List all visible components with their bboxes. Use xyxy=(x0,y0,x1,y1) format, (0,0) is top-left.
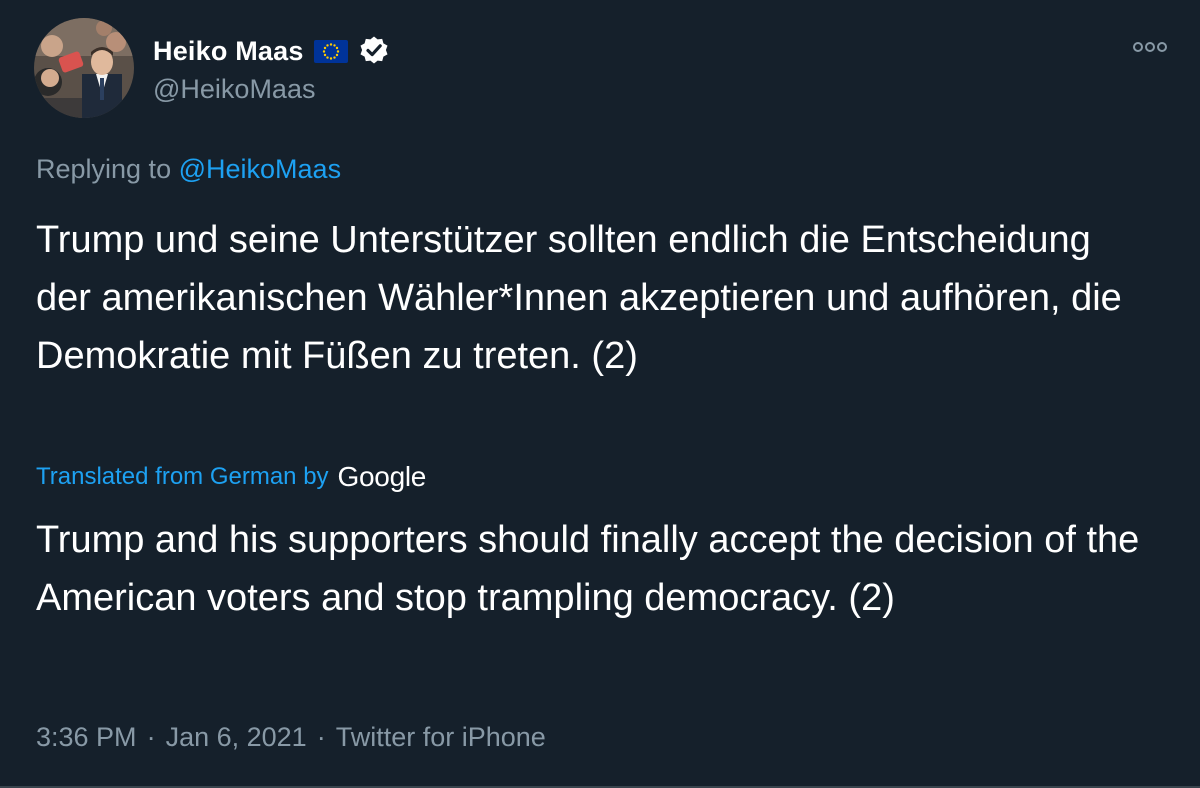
verified-badge-icon xyxy=(358,35,390,67)
tweet-date[interactable]: Jan 6, 2021 xyxy=(166,722,307,753)
translated-text: Trump and his supporters should finally … xyxy=(36,519,1140,619)
more-options-icon xyxy=(1132,42,1168,62)
more-options-button[interactable] xyxy=(1132,36,1168,58)
tweet-card: Heiko Maas @HeikoMaas Replying to @Heiko… xyxy=(0,0,1200,788)
tweet-source[interactable]: Twitter for iPhone xyxy=(336,722,546,753)
tweet-time[interactable]: 3:36 PM xyxy=(36,722,137,753)
translated-from-link[interactable]: Translated from German by xyxy=(36,463,329,491)
meta-separator: · xyxy=(316,722,326,752)
author-display-name[interactable]: Heiko Maas xyxy=(153,36,304,67)
eu-flag-icon xyxy=(313,39,348,63)
replying-to-label: Replying to xyxy=(36,154,172,184)
translation-attribution: Translated from German by Google xyxy=(36,459,426,495)
author-name-row: Heiko Maas xyxy=(153,34,390,68)
avatar[interactable] xyxy=(34,18,134,118)
reply-mention-link[interactable]: @HeikoMaas xyxy=(179,154,341,184)
google-logo: Google xyxy=(337,461,427,492)
tweet-text: Trump und seine Unterstützer sollten end… xyxy=(36,219,1122,377)
meta-separator: · xyxy=(146,722,156,752)
author-handle[interactable]: @HeikoMaas xyxy=(153,74,315,105)
tweet-metadata: 3:36 PM · Jan 6, 2021 · Twitter for iPho… xyxy=(36,722,546,753)
replying-to: Replying to @HeikoMaas xyxy=(36,154,341,185)
